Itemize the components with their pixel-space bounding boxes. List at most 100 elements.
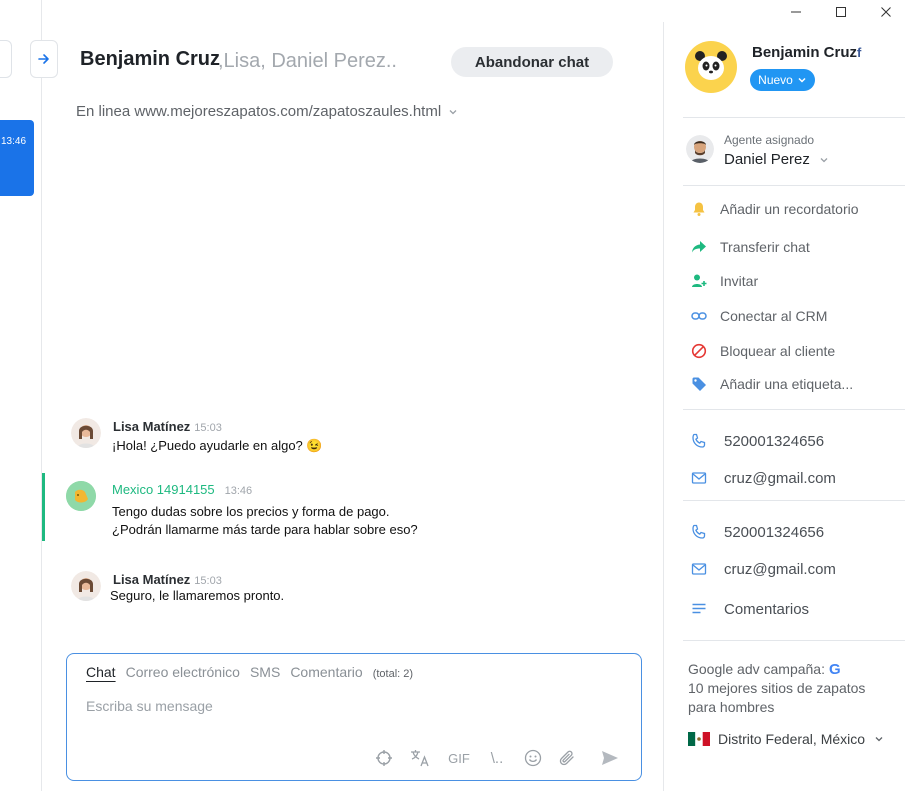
mexico-flag-icon bbox=[688, 732, 710, 746]
email-item[interactable]: cruz@gmail.com bbox=[690, 466, 836, 490]
message-author: Mexico 14914155 13:46 bbox=[112, 482, 253, 497]
agent-avatar bbox=[71, 571, 101, 601]
divider bbox=[683, 640, 905, 641]
send-icon[interactable] bbox=[600, 748, 620, 768]
action-label: Invitar bbox=[720, 273, 759, 289]
email-address: cruz@gmail.com bbox=[724, 469, 836, 487]
divider bbox=[683, 409, 905, 410]
block-icon bbox=[690, 342, 708, 360]
panda-icon bbox=[695, 51, 727, 80]
mail-icon bbox=[690, 560, 708, 578]
customer-avatar bbox=[66, 481, 96, 511]
chat-title: Benjamin Cruz bbox=[80, 48, 221, 70]
phone-number: 520001324656 bbox=[724, 523, 825, 541]
email-address: cruz@gmail.com bbox=[724, 560, 836, 578]
active-chat-card[interactable]: 13:46 bbox=[0, 120, 34, 196]
divider bbox=[683, 117, 905, 118]
action-label: Bloquear al cliente bbox=[720, 343, 836, 359]
message-text: Tengo dudas sobre los precios y forma de… bbox=[112, 504, 390, 519]
minimize-icon[interactable] bbox=[787, 3, 805, 21]
contact-avatar bbox=[685, 41, 737, 93]
assigned-agent-name: Daniel Perez bbox=[724, 151, 810, 168]
add-person-icon bbox=[690, 272, 708, 290]
location-label: Distrito Federal, México bbox=[718, 731, 866, 747]
facebook-icon[interactable]: f bbox=[857, 45, 861, 60]
arrow-right-icon bbox=[38, 54, 49, 64]
maximize-icon[interactable] bbox=[832, 3, 850, 21]
leave-chat-button[interactable]: Abandonar chat bbox=[451, 47, 613, 77]
target-icon[interactable] bbox=[374, 748, 394, 768]
google-icon: G bbox=[828, 661, 841, 678]
mail-icon bbox=[690, 469, 708, 487]
message-time: 13:46 bbox=[224, 485, 253, 497]
connect-crm-action[interactable]: Conectar al CRM bbox=[690, 305, 827, 327]
canned-response-button[interactable]: \.. bbox=[485, 748, 509, 768]
share-arrow-icon bbox=[690, 238, 708, 256]
divider bbox=[683, 185, 905, 186]
close-icon[interactable] bbox=[877, 3, 895, 21]
action-label: Conectar al CRM bbox=[720, 308, 828, 324]
visitor-status[interactable]: En linea www.mejoreszapatos.com/zapatosz… bbox=[76, 103, 459, 120]
comment-total: (total: 2) bbox=[372, 668, 414, 680]
invite-action[interactable]: Invitar bbox=[690, 270, 758, 292]
email-item[interactable]: cruz@gmail.com bbox=[690, 557, 836, 581]
wink-emoji-icon: 😉 bbox=[306, 438, 323, 453]
chevron-down-icon bbox=[798, 77, 806, 83]
transfer-chat-action[interactable]: Transferir chat bbox=[690, 236, 810, 258]
message-text: ¿Podrán llamarme más tarde para hablar s… bbox=[112, 522, 418, 537]
agent-avatar bbox=[71, 418, 101, 448]
campaign-label: Google adv campaña: bbox=[688, 661, 825, 677]
customer-message-indicator bbox=[42, 473, 45, 541]
message-input[interactable] bbox=[86, 698, 606, 714]
message-author: Lisa Matínez 15:03 bbox=[113, 572, 222, 587]
agent-avatar bbox=[686, 135, 714, 163]
chevron-down-icon bbox=[449, 109, 457, 114]
tag-icon bbox=[690, 375, 708, 393]
action-label: Añadir un recordatorio bbox=[720, 201, 859, 217]
emoji-icon[interactable] bbox=[523, 748, 543, 768]
visitor-status-text: En linea www.mejoreszapatos.com/zapatosz… bbox=[76, 103, 442, 120]
add-reminder-action[interactable]: Añadir un recordatorio bbox=[690, 198, 859, 220]
status-badge-label: Nuevo bbox=[758, 73, 793, 87]
collapse-panel-button[interactable] bbox=[30, 40, 58, 78]
chevron-down-icon bbox=[875, 737, 883, 742]
gif-button[interactable]: GIF bbox=[447, 748, 471, 768]
message-text: Seguro, le llamaremos pronto. bbox=[110, 588, 285, 603]
link-icon bbox=[690, 307, 708, 325]
chat-participants: ,Lisa, Daniel Perez.. bbox=[218, 50, 397, 72]
message-composer: Chat Correo electrónico SMS Comentario (… bbox=[66, 653, 642, 781]
location-select[interactable]: Distrito Federal, México bbox=[688, 731, 885, 747]
phone-icon bbox=[690, 523, 708, 541]
chevron-down-icon bbox=[820, 157, 828, 162]
status-badge[interactable]: Nuevo bbox=[750, 69, 815, 91]
bell-icon bbox=[690, 200, 708, 218]
tab-sms[interactable]: SMS bbox=[250, 664, 280, 680]
assigned-agent-select[interactable]: Daniel Perez bbox=[724, 151, 830, 168]
message-text: ¡Hola! ¿Puedo ayudarle en algo? 😉 bbox=[112, 438, 323, 453]
composer-tabs: Chat Correo electrónico SMS Comentario (… bbox=[86, 664, 413, 680]
attachment-icon[interactable] bbox=[557, 748, 577, 768]
campaign-info: Google adv campaña: G 10 mejores sitios … bbox=[688, 660, 893, 717]
tab-chat[interactable]: Chat bbox=[86, 664, 116, 680]
assigned-agent-label: Agente asignado bbox=[724, 133, 815, 147]
block-client-action[interactable]: Bloquear al cliente bbox=[690, 340, 835, 362]
phone-item[interactable]: 520001324656 bbox=[690, 520, 824, 544]
phone-item[interactable]: 520001324656 bbox=[690, 429, 824, 453]
tab-email[interactable]: Correo electrónico bbox=[126, 664, 240, 680]
comments-lines-icon bbox=[690, 600, 708, 618]
translate-icon[interactable] bbox=[409, 748, 431, 768]
phone-icon bbox=[690, 432, 708, 450]
tab-comment[interactable]: Comentario bbox=[290, 664, 362, 680]
campaign-detail: 10 mejores sitios de zapatos para hombre… bbox=[688, 680, 866, 715]
action-label: Añadir una etiqueta... bbox=[720, 376, 854, 392]
chat-list-strip bbox=[0, 0, 42, 791]
contact-name: Benjamin Cruz bbox=[752, 44, 858, 61]
divider bbox=[683, 500, 905, 501]
comments-label: Comentarios bbox=[724, 600, 810, 618]
comments-item[interactable]: Comentarios bbox=[690, 597, 809, 621]
message-author: Lisa Matínez 15:03 bbox=[113, 419, 222, 434]
chat-search-stub[interactable] bbox=[0, 40, 12, 78]
action-label: Transferir chat bbox=[720, 239, 810, 255]
add-tag-action[interactable]: Añadir una etiqueta... bbox=[690, 373, 853, 395]
phone-number: 520001324656 bbox=[724, 432, 825, 450]
